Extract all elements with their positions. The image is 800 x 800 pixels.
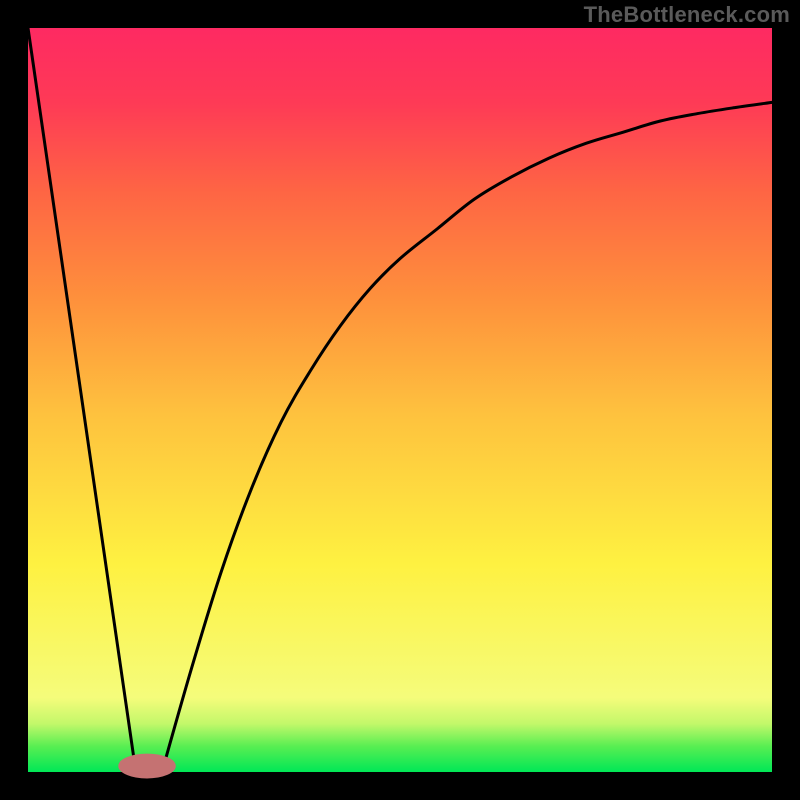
- plot-area: [28, 28, 772, 772]
- minimum-marker: [119, 754, 176, 778]
- curve-right-branch: [162, 102, 772, 772]
- chart-frame: TheBottleneck.com: [0, 0, 800, 800]
- watermark-text: TheBottleneck.com: [584, 2, 790, 28]
- chart-svg: [28, 28, 772, 772]
- curve-left-branch: [28, 28, 136, 772]
